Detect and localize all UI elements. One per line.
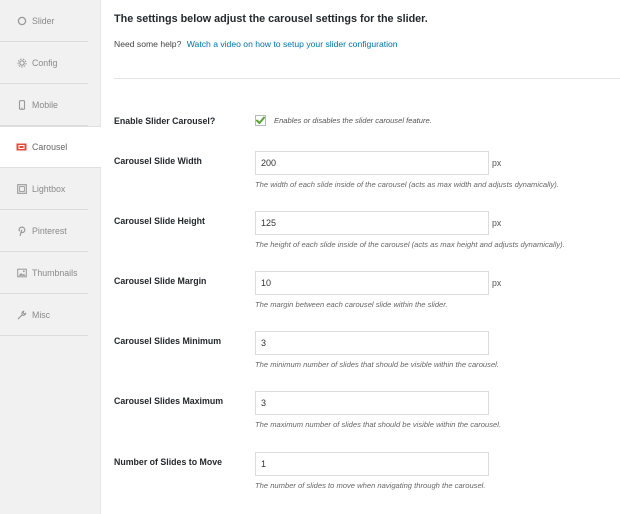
slide-height-input[interactable]: 125 (255, 211, 489, 235)
slides-to-move-description: The number of slides to move when naviga… (255, 481, 486, 490)
tab-slider[interactable]: Slider (0, 0, 88, 42)
tab-label: Pinterest (32, 225, 67, 236)
slide-margin-description: The margin between each carousel slide w… (255, 300, 448, 309)
slide-width-unit: px (492, 158, 502, 168)
slides-to-move-input[interactable]: 1 (255, 452, 489, 476)
slide-margin-label: Carousel Slide Margin (114, 276, 207, 286)
pinterest-icon (16, 225, 27, 236)
image-icon (16, 267, 27, 278)
tab-label: Config (32, 57, 58, 68)
carousel-icon (16, 142, 27, 153)
divider (114, 78, 620, 79)
slides-maximum-label: Carousel Slides Maximum (114, 396, 224, 406)
mobile-icon (16, 99, 27, 110)
help-video-link[interactable]: Watch a video on how to setup your slide… (187, 39, 398, 49)
slide-width-description: The width of each slide inside of the ca… (255, 180, 559, 189)
slide-width-input[interactable]: 200 (255, 151, 489, 175)
slide-height-unit: px (492, 218, 502, 228)
help-text: Need some help? Watch a video on how to … (114, 39, 398, 49)
slide-height-description: The height of each slide inside of the c… (255, 240, 565, 249)
tab-carousel[interactable]: Carousel (0, 126, 101, 168)
tab-thumbnails[interactable]: Thumbnails (0, 252, 88, 294)
tab-mobile[interactable]: Mobile (0, 84, 88, 126)
slide-margin-unit: px (492, 278, 502, 288)
tab-pinterest[interactable]: Pinterest (0, 210, 88, 252)
gear-icon (16, 57, 27, 68)
enable-carousel-label: Enable Slider Carousel? (114, 116, 216, 126)
tab-label: Lightbox (32, 183, 66, 194)
slide-width-label: Carousel Slide Width (114, 156, 202, 166)
circle-icon (16, 15, 27, 26)
checkmark-icon (256, 116, 265, 124)
help-prefix: Need some help? (114, 39, 182, 49)
tab-label: Misc (32, 309, 51, 320)
tab-lightbox[interactable]: Lightbox (0, 168, 88, 210)
tab-label: Carousel (32, 142, 68, 152)
tab-label: Thumbnails (32, 267, 78, 278)
tab-config[interactable]: Config (0, 42, 88, 84)
slides-maximum-input[interactable]: 3 (255, 391, 489, 415)
enable-carousel-description: Enables or disables the slider carousel … (274, 116, 432, 125)
lightbox-icon (16, 183, 27, 194)
tab-label: Mobile (32, 99, 58, 110)
enable-carousel-checkbox[interactable] (255, 115, 266, 126)
slides-to-move-label: Number of Slides to Move (114, 457, 223, 467)
wrench-icon (16, 309, 27, 320)
slides-maximum-description: The maximum number of slides that should… (255, 420, 502, 429)
slide-margin-input[interactable]: 10 (255, 271, 489, 295)
slides-minimum-description: The minimum number of slides that should… (255, 360, 499, 369)
tab-misc[interactable]: Misc (0, 294, 88, 336)
slide-height-label: Carousel Slide Height (114, 216, 205, 226)
settings-sidebar: Slider Config Mobile Carousel Lightbox P… (0, 0, 101, 514)
tab-label: Slider (32, 15, 55, 26)
page-title: The settings below adjust the carousel s… (114, 13, 428, 25)
slides-minimum-label: Carousel Slides Minimum (114, 336, 222, 346)
slides-minimum-input[interactable]: 3 (255, 331, 489, 355)
